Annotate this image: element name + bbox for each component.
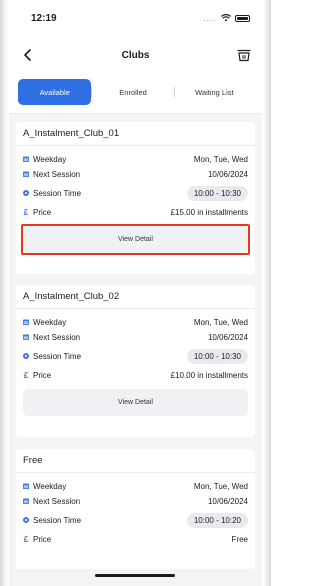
tab-enrolled[interactable]: Enrolled [92,79,173,105]
club-name: A_Instalment_Club_01 [16,122,255,146]
session-time-row: Session Time 10:00 - 10:20 [23,509,248,531]
weekday-label: Weekday [33,481,67,491]
clock-icon [23,517,29,523]
session-time-row: Session Time 10:00 - 10:30 [23,345,248,367]
tab-available-label: Available [39,87,70,97]
next-session-label: Next Session [33,332,81,342]
view-detail-label: View Detail [118,399,153,406]
session-time-label: Session Time [33,188,82,198]
session-time-value: 10:00 - 10:20 [186,512,248,528]
weekday-row: Weekday Mon, Tue, Wed [23,315,248,329]
view-detail-wrapper: View Detail [21,224,250,255]
next-session-row: Next Session 10/06/2024 [23,329,248,345]
clock-icon [23,190,29,196]
weekday-row: Weekday Mon, Tue, Wed [23,479,248,493]
session-time-label: Session Time [33,351,82,361]
phone-edge-left [0,0,8,586]
view-detail-wrapper: View Detail [23,389,248,416]
phone-edge-right [263,0,271,586]
next-session-row: Next Session 10/06/2024 [23,493,248,509]
back-button[interactable] [19,46,37,64]
price-label: Price [33,371,52,380]
club-name: A_Instalment_Club_02 [16,285,255,309]
club-card: A_Instalment_Club_02 Weekday Mon, Tue, W… [16,285,255,437]
price-value: £10.00 in installments [170,371,248,380]
status-icons: .... [203,13,250,23]
tab-available[interactable]: Available [18,79,92,105]
club-card: Free Weekday Mon, Tue, Wed Next Session … [16,449,255,569]
tabs-area: Available Enrolled Waiting List [9,74,262,114]
nav-bar: Clubs [9,36,262,74]
home-indicator [95,574,175,577]
club-name: Free [16,449,255,473]
club-details: Weekday Mon, Tue, Wed Next Session 10/06… [16,152,255,255]
price-row: £ Price Free [23,531,248,548]
next-session-value: 10/06/2024 [207,169,248,179]
basket-button[interactable] [234,45,254,65]
view-detail-label: View Detail [118,236,153,243]
price-row: £ Price £10.00 in installments [23,367,248,384]
pound-icon: £ [23,370,29,380]
price-label: Price [33,535,52,544]
price-value: Free [231,535,248,544]
next-session-row: Next Session 10/06/2024 [23,166,248,182]
clock-icon [23,353,29,359]
status-bar: 12:19 .... [9,0,262,36]
weekday-value: Mon, Tue, Wed [193,481,248,491]
phone-frame: 12:19 .... Clubs Available Enrolled Wait… [0,0,271,586]
weekday-label: Weekday [33,317,67,327]
calendar-icon [23,156,29,162]
club-details: Weekday Mon, Tue, Wed Next Session 10/06… [16,479,255,548]
pound-icon: £ [23,534,29,544]
next-session-label: Next Session [33,169,81,179]
calendar-icon [23,483,29,489]
status-time: 12:19 [31,12,57,24]
tab-waiting-list-label: Waiting List [195,87,234,97]
wifi-icon [221,14,231,22]
weekday-row: Weekday Mon, Tue, Wed [23,152,248,166]
page-title: Clubs [121,49,150,61]
weekday-value: Mon, Tue, Wed [193,154,248,164]
calendar-icon [23,498,29,504]
session-time-value: 10:00 - 10:30 [186,348,248,364]
session-time-value: 10:00 - 10:30 [186,185,248,201]
weekday-label: Weekday [33,154,67,164]
app-screen: 12:19 .... Clubs Available Enrolled Wait… [9,0,262,586]
pound-icon: £ [23,207,29,217]
calendar-icon [23,319,29,325]
next-session-label: Next Session [33,496,81,506]
view-detail-button[interactable]: View Detail [23,389,248,416]
tab-enrolled-label: Enrolled [119,87,147,97]
next-session-value: 10/06/2024 [207,496,248,506]
session-time-label: Session Time [33,515,82,525]
calendar-icon [23,334,29,340]
chevron-left-icon [24,49,31,61]
battery-icon [235,14,250,22]
tab-waiting-list[interactable]: Waiting List [175,79,254,105]
weekday-value: Mon, Tue, Wed [193,317,248,327]
segmented-tabs: Available Enrolled Waiting List [18,79,254,105]
view-detail-button[interactable]: View Detail [23,226,248,253]
price-row: £ Price £15.00 in installments [23,204,248,221]
club-card: A_Instalment_Club_01 Weekday Mon, Tue, W… [16,122,255,274]
next-session-value: 10/06/2024 [207,332,248,342]
calendar-icon [23,171,29,177]
signal-icon: .... [202,13,217,23]
price-label: Price [33,208,52,217]
battery-fill [237,16,248,20]
session-time-row: Session Time 10:00 - 10:30 [23,182,248,204]
price-value: £15.00 in installments [170,208,248,217]
club-details: Weekday Mon, Tue, Wed Next Session 10/06… [16,315,255,416]
basket-icon [237,49,251,61]
